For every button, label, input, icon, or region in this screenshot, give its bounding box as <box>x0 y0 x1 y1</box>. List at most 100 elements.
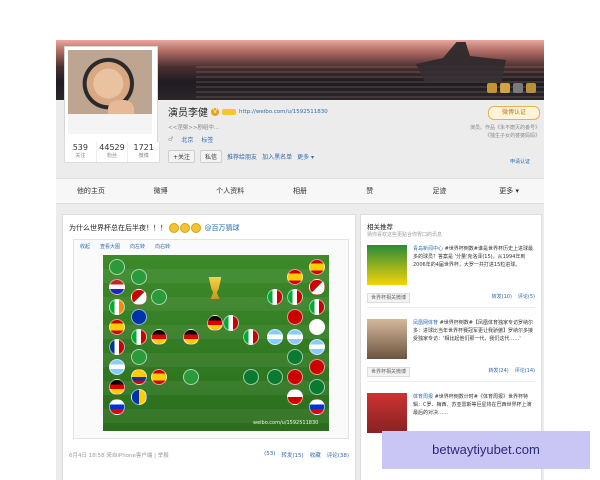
comment-button[interactable]: 评论(38) <box>327 451 349 459</box>
related-repost[interactable]: 转发(10) <box>492 293 512 300</box>
more-link[interactable]: 更多 ▾ <box>297 152 314 161</box>
badge-icon-1[interactable] <box>487 83 497 93</box>
related-tag[interactable]: 世界杯相关微博 <box>367 367 411 377</box>
emoji-icon <box>191 223 202 233</box>
tab-likes[interactable]: 赞 <box>335 179 405 203</box>
view-large-link[interactable]: 查看大图 <box>100 243 120 250</box>
flag-argentina-r2 <box>267 329 283 345</box>
related-comment[interactable]: 评论(14) <box>515 367 535 374</box>
stat-fans[interactable]: 44529 粉丝 <box>97 142 129 162</box>
related-author[interactable]: 青岛新闻中心 <box>413 246 443 252</box>
post-actions: (53) 转发(15) 收藏 评论(38) <box>264 451 349 459</box>
badge-icon-4[interactable] <box>526 83 536 93</box>
related-text: 凤凰网体育 #世界杯倒数#【凤凰体育独家专访罗纳尔多：进球比当年世界杯赛冠军更让… <box>413 319 535 343</box>
flag-semifinal-portugal <box>243 369 259 385</box>
tab-album[interactable]: 相册 <box>265 179 335 203</box>
stat-weibo-label: 微博 <box>138 153 149 159</box>
profile-nav: 他的主页 微博 个人资料 相册 赞 足迹 更多 ▾ <box>56 178 544 204</box>
related-author[interactable]: 凤凰网体育 <box>413 320 438 326</box>
badge-icon-2[interactable] <box>500 83 510 93</box>
vip-icon[interactable] <box>222 108 236 115</box>
tab-home[interactable]: 他的主页 <box>56 179 126 203</box>
tab-footprint[interactable]: 足迹 <box>405 179 475 203</box>
related-author[interactable]: 体育周报 <box>413 394 433 400</box>
flag-italy-r2 <box>267 289 283 305</box>
profile-intro: <<涅槃>>剧组中... <box>168 125 220 131</box>
rotate-right-link[interactable]: 向右转 <box>155 243 170 250</box>
badge-icon-3[interactable] <box>513 83 523 93</box>
related-item: 青岛新闻中心 #世界杯倒数#谁是世界杯历史上进球最多的球员？答案是 '分量'克洛… <box>367 245 535 308</box>
related-tag[interactable]: 世界杯相关微博 <box>367 293 411 303</box>
flag-final-left <box>207 315 223 331</box>
related-actions: 转发(10) 评论(5) <box>492 293 535 300</box>
profile-actions: +关注 私信 推荐给朋友 加入黑名单 更多 ▾ <box>168 150 438 163</box>
flag-portugal-r2 <box>267 369 283 385</box>
like-button[interactable]: (53) <box>264 451 275 459</box>
profile-stats: 539 关注 44529 粉丝 1721 微博 <box>64 142 160 163</box>
world-cup-bracket-image[interactable]: weibo.com/u/1592511830 <box>103 255 329 431</box>
post-text-row: 为什么世界杯总在后半夜！！！ @百万猜球 <box>69 223 239 233</box>
flag-usa <box>287 369 303 385</box>
tag-link[interactable]: 标签 <box>201 135 213 144</box>
tab-weibo[interactable]: 微博 <box>126 179 196 203</box>
tab-more[interactable]: 更多 ▾ <box>474 179 544 203</box>
rotate-left-link[interactable]: 向左转 <box>130 243 145 250</box>
flag-germany-r2 <box>151 329 167 345</box>
related-item: 凤凰网体育 #世界杯倒数#【凤凰体育独家专访罗纳尔多：进球比当年世界杯赛冠军更让… <box>367 319 535 382</box>
stat-following-label: 关注 <box>75 153 86 159</box>
avatar[interactable] <box>68 50 152 134</box>
flag-ireland <box>109 299 125 315</box>
post-image: 收起 查看大图 向左转 向右转 weibo.com/u/1592511830 <box>73 239 349 439</box>
follow-button[interactable]: +关注 <box>168 150 196 163</box>
flag-russia-edge <box>309 399 325 415</box>
related-thumbnail[interactable] <box>367 319 407 359</box>
flag-croatia <box>131 289 147 305</box>
flag-spain-edge <box>309 259 325 275</box>
message-button[interactable]: 私信 <box>200 150 223 163</box>
ad-banner[interactable]: betwaytiyubet.com <box>382 431 590 469</box>
tab-profile[interactable]: 个人资料 <box>195 179 265 203</box>
avatar-shirt <box>68 114 152 134</box>
banner-ship-image <box>416 42 506 82</box>
flag-semifinal-italy <box>243 329 259 345</box>
verify-badge[interactable]: 微博认证 <box>488 106 540 120</box>
flag-germany <box>109 379 125 395</box>
recommend-link[interactable]: 推荐给朋友 <box>227 152 257 161</box>
verified-icon[interactable]: V <box>211 107 219 116</box>
flag-france <box>109 339 125 355</box>
related-thumbnail[interactable] <box>367 245 407 285</box>
related-thumbnail[interactable] <box>367 393 407 433</box>
collapse-link[interactable]: 收起 <box>80 243 90 250</box>
verify-apply-link[interactable]: 申请认证 <box>510 158 530 165</box>
repost-button[interactable]: 转发(15) <box>281 451 303 459</box>
flag-semifinal-germany <box>183 329 199 345</box>
blacklist-link[interactable]: 加入黑名单 <box>262 152 292 161</box>
emoji-icon <box>169 223 180 233</box>
verify-description: 演员。作品《永不磨灭的番号》《独生子女的婆婆妈妈》 <box>469 125 540 139</box>
stat-following-num: 539 <box>72 143 88 152</box>
flag-mexico <box>131 269 147 285</box>
post-footer: 6月4日 18:58 来自iPhone客户端 | 举报 (53) 转发(15) … <box>69 451 349 459</box>
related-comment[interactable]: 评论(5) <box>518 293 535 300</box>
stat-following[interactable]: 539 关注 <box>65 142 97 162</box>
stat-weibo-num: 1721 <box>133 143 154 152</box>
flag-portugal-edge <box>309 379 325 395</box>
post-mention[interactable]: @百万猜球 <box>204 224 239 232</box>
flag-final-right <box>223 315 239 331</box>
flag-russia <box>109 399 125 415</box>
flag-colombia <box>131 369 147 385</box>
flag-italy <box>131 329 147 345</box>
flag-argentina <box>109 359 125 375</box>
favorite-button[interactable]: 收藏 <box>310 451 321 459</box>
profile-location[interactable]: 北京 <box>181 135 193 144</box>
sidebar-subtitle: 猜你喜欢这些更贴合你胃口的讯息 <box>367 232 443 238</box>
flag-japan <box>287 389 303 405</box>
related-repost[interactable]: 转发(24) <box>488 367 508 374</box>
stat-weibo[interactable]: 1721 微博 <box>128 142 159 162</box>
profile-name: 演员李健 <box>168 108 208 119</box>
flag-swiss-edge <box>309 359 325 375</box>
stat-fans-label: 粉丝 <box>107 153 118 159</box>
flag-brazil-r2 <box>151 289 167 305</box>
flag-netherlands <box>109 279 125 295</box>
profile-url[interactable]: http://weibo.com/u/1592511830 <box>239 109 328 115</box>
